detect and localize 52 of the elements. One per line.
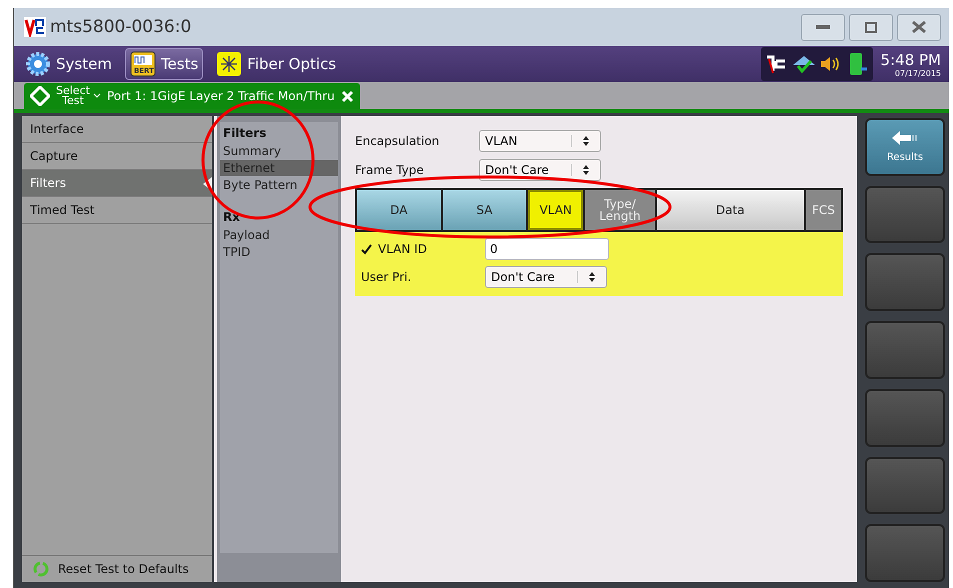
submenu-item[interactable]: Byte Pattern	[220, 177, 338, 193]
arrow-icon	[891, 130, 919, 146]
clock-time: 5:48 PM	[880, 50, 941, 68]
cloud-check-icon[interactable]	[790, 53, 817, 75]
input-field[interactable]: 0	[485, 238, 609, 260]
close-button[interactable]	[897, 14, 941, 40]
dropdown[interactable]: VLAN	[479, 130, 601, 152]
select-test-button[interactable]: Select Test	[56, 86, 101, 106]
soft-key[interactable]	[865, 456, 945, 514]
soft-key[interactable]	[865, 253, 945, 312]
frame-segment[interactable]: SA	[442, 190, 528, 230]
group-heading: Filters	[222, 125, 268, 142]
window-title: mts5800-0036:0	[50, 17, 192, 37]
frame-segment[interactable]: VLAN	[528, 190, 586, 230]
reset-button[interactable]: Reset Test to Defaults	[22, 555, 212, 582]
dropdown[interactable]: Don't Care	[485, 266, 607, 288]
field-label: Encapsulation	[355, 134, 440, 148]
test-tab[interactable]: Select Test Port 1: 1GigE Layer 2 Traffic Mon/Thru	[24, 83, 360, 109]
caret-icon	[92, 93, 101, 99]
checkbox[interactable]	[361, 244, 372, 254]
diamond-icon	[30, 86, 50, 106]
tab-title: Port 1: 1GigE Layer 2 Traffic Mon/Thru	[106, 89, 335, 103]
refresh-icon	[32, 560, 50, 578]
field-label: User Pri.	[361, 270, 412, 284]
toolbar-tab[interactable]: System	[20, 48, 117, 80]
maximize-icon	[865, 22, 877, 32]
logo-icon	[24, 17, 46, 37]
group-heading: Rx	[222, 209, 241, 226]
minimize-icon	[816, 25, 830, 29]
submenu-item[interactable]: Payload	[220, 227, 338, 243]
soft-key[interactable]	[865, 388, 945, 447]
field-label: Frame Type	[355, 162, 425, 176]
gear-icon	[25, 51, 51, 77]
close-icon	[911, 20, 927, 34]
frame-segment[interactable]: Data	[656, 190, 806, 230]
close-icon[interactable]	[340, 90, 354, 102]
soft-key[interactable]	[865, 321, 945, 379]
minimize-button[interactable]	[801, 14, 845, 40]
submenu-item[interactable]: TPID	[220, 244, 338, 260]
bert-icon	[130, 51, 156, 77]
frame-segment[interactable]: DA	[357, 190, 443, 230]
clock-date: 07/17/2015	[894, 68, 941, 78]
dropdown[interactable]: Don't Care	[479, 158, 601, 180]
results-button[interactable]: Results	[865, 118, 945, 176]
maximize-button[interactable]	[849, 14, 893, 40]
field-label: VLAN ID	[378, 242, 427, 256]
starburst-icon	[216, 51, 242, 77]
nav-item[interactable]: Filters	[22, 170, 212, 197]
toolbar-tab[interactable]: Fiber Optics	[211, 48, 342, 80]
soft-key[interactable]	[865, 524, 945, 582]
soft-key[interactable]	[865, 186, 945, 244]
submenu-item[interactable]: Summary	[220, 143, 338, 159]
